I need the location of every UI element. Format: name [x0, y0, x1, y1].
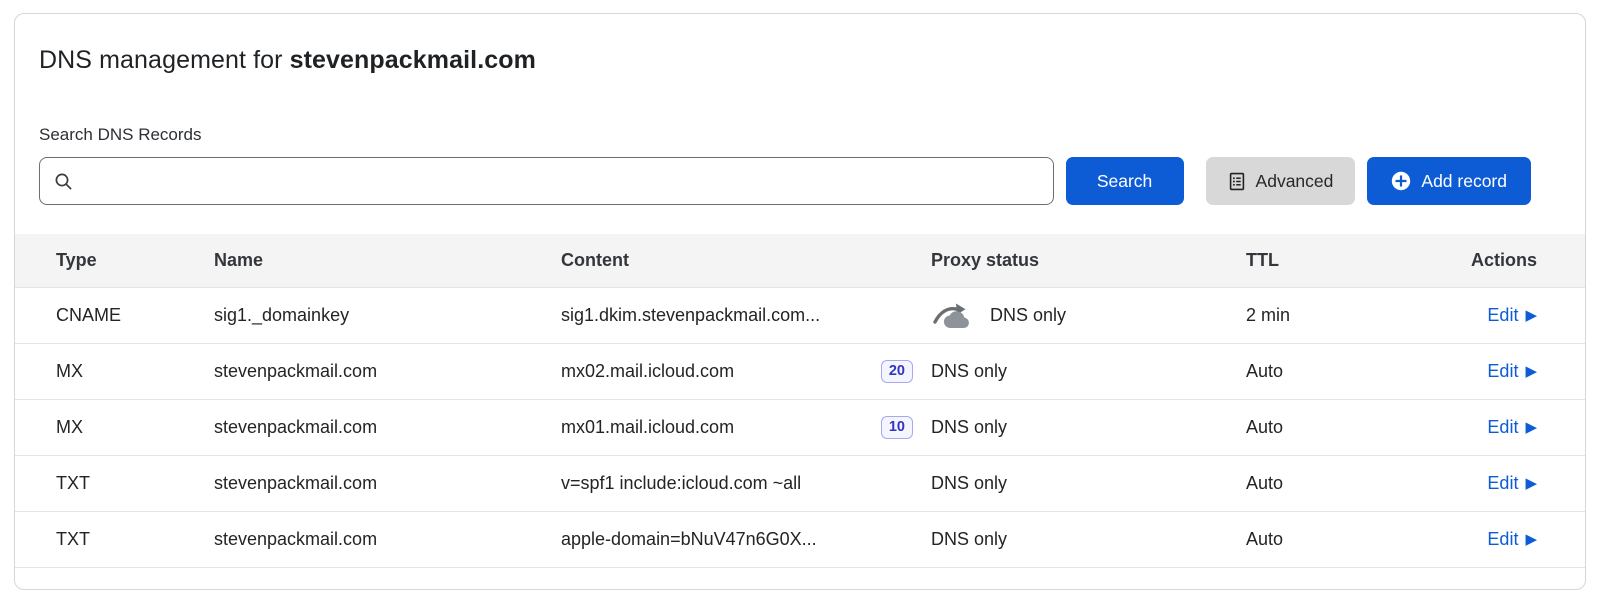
- edit-link[interactable]: Edit: [1487, 473, 1518, 494]
- table-row: TXT stevenpackmail.com v=spf1 include:ic…: [15, 456, 1585, 512]
- domain-name: stevenpackmail.com: [290, 46, 536, 74]
- record-content-cell: v=spf1 include:icloud.com ~all: [561, 473, 931, 494]
- record-type: TXT: [56, 529, 214, 550]
- proxy-status-text: DNS only: [931, 417, 1007, 438]
- search-button[interactable]: Search: [1066, 157, 1184, 205]
- record-content-cell: mx01.mail.icloud.com 10: [561, 416, 931, 439]
- proxy-status-text: DNS only: [990, 305, 1066, 326]
- page-title: DNS management forstevenpackmail.com: [39, 46, 1531, 75]
- record-type: CNAME: [56, 305, 214, 326]
- column-header-content: Content: [561, 250, 931, 271]
- list-document-icon: [1228, 172, 1246, 191]
- advanced-button-label: Advanced: [1256, 171, 1334, 192]
- record-content-cell: apple-domain=bNuV47n6G0X...: [561, 529, 931, 550]
- plus-circle-icon: [1391, 171, 1411, 191]
- edit-arrow-icon[interactable]: ▶: [1525, 532, 1537, 547]
- record-type: MX: [56, 417, 214, 438]
- table-header-row: Type Name Content Proxy status TTL Actio…: [15, 234, 1585, 288]
- proxy-status-text: DNS only: [931, 529, 1007, 550]
- search-controls: Search Advanced: [39, 157, 1531, 205]
- search-label: Search DNS Records: [39, 125, 1531, 145]
- record-actions-cell: Edit ▶: [1391, 305, 1537, 326]
- edit-arrow-icon[interactable]: ▶: [1525, 364, 1537, 379]
- record-content: mx02.mail.icloud.com: [561, 361, 734, 382]
- column-header-name: Name: [214, 250, 561, 271]
- record-actions-cell: Edit ▶: [1391, 473, 1537, 494]
- record-actions-cell: Edit ▶: [1391, 417, 1537, 438]
- edit-arrow-icon[interactable]: ▶: [1525, 420, 1537, 435]
- top-section: DNS management forstevenpackmail.com Sea…: [15, 14, 1585, 205]
- record-content: mx01.mail.icloud.com: [561, 417, 734, 438]
- record-name: stevenpackmail.com: [214, 417, 561, 438]
- advanced-button[interactable]: Advanced: [1206, 157, 1356, 205]
- record-name: stevenpackmail.com: [214, 473, 561, 494]
- table-row: MX stevenpackmail.com mx02.mail.icloud.c…: [15, 344, 1585, 400]
- record-name: stevenpackmail.com: [214, 529, 561, 550]
- proxy-status-cell: DNS only: [931, 361, 1246, 382]
- dns-table-body: CNAME sig1._domainkey sig1.dkim.stevenpa…: [15, 288, 1585, 568]
- record-ttl: Auto: [1246, 417, 1391, 438]
- record-name: stevenpackmail.com: [214, 361, 561, 382]
- add-record-button[interactable]: Add record: [1367, 157, 1531, 205]
- record-ttl: Auto: [1246, 361, 1391, 382]
- edit-arrow-icon[interactable]: ▶: [1525, 476, 1537, 491]
- record-ttl: Auto: [1246, 473, 1391, 494]
- edit-link[interactable]: Edit: [1487, 529, 1518, 550]
- column-header-ttl: TTL: [1246, 250, 1391, 271]
- column-header-actions: Actions: [1391, 250, 1537, 271]
- proxy-status-cell: DNS only: [931, 529, 1246, 550]
- column-header-proxy-status: Proxy status: [931, 250, 1246, 271]
- record-content-cell: mx02.mail.icloud.com 20: [561, 360, 931, 383]
- record-content: apple-domain=bNuV47n6G0X...: [561, 529, 817, 550]
- record-ttl: 2 min: [1246, 305, 1391, 326]
- record-ttl: Auto: [1246, 529, 1391, 550]
- magnifier-icon: [54, 172, 73, 191]
- dns-records-table: Type Name Content Proxy status TTL Actio…: [15, 234, 1585, 568]
- proxy-status-cell: DNS only: [931, 473, 1246, 494]
- record-content-cell: sig1.dkim.stevenpackmail.com...: [561, 305, 931, 326]
- column-header-type: Type: [56, 250, 214, 271]
- table-row: CNAME sig1._domainkey sig1.dkim.stevenpa…: [15, 288, 1585, 344]
- dns-management-card: DNS management forstevenpackmail.com Sea…: [14, 13, 1586, 590]
- edit-link[interactable]: Edit: [1487, 417, 1518, 438]
- mx-priority-badge: 10: [881, 416, 913, 439]
- record-name: sig1._domainkey: [214, 305, 561, 326]
- edit-link[interactable]: Edit: [1487, 361, 1518, 382]
- record-type: TXT: [56, 473, 214, 494]
- record-actions-cell: Edit ▶: [1391, 529, 1537, 550]
- table-row: TXT stevenpackmail.com apple-domain=bNuV…: [15, 512, 1585, 568]
- proxy-status-text: DNS only: [931, 361, 1007, 382]
- edit-link[interactable]: Edit: [1487, 305, 1518, 326]
- record-actions-cell: Edit ▶: [1391, 361, 1537, 382]
- search-button-label: Search: [1097, 171, 1152, 192]
- record-content: v=spf1 include:icloud.com ~all: [561, 473, 801, 494]
- mx-priority-badge: 20: [881, 360, 913, 383]
- proxy-status-text: DNS only: [931, 473, 1007, 494]
- page-title-prefix: DNS management for: [39, 46, 283, 74]
- proxy-status-cell: DNS only: [931, 417, 1246, 438]
- edit-arrow-icon[interactable]: ▶: [1525, 308, 1537, 323]
- search-input[interactable]: [83, 171, 1039, 191]
- add-record-button-label: Add record: [1421, 171, 1507, 192]
- dns-only-cloud-icon: [931, 300, 977, 332]
- record-type: MX: [56, 361, 214, 382]
- search-input-wrapper[interactable]: [39, 157, 1054, 205]
- table-row: MX stevenpackmail.com mx01.mail.icloud.c…: [15, 400, 1585, 456]
- record-content: sig1.dkim.stevenpackmail.com...: [561, 305, 820, 326]
- proxy-status-cell: DNS only: [931, 300, 1246, 332]
